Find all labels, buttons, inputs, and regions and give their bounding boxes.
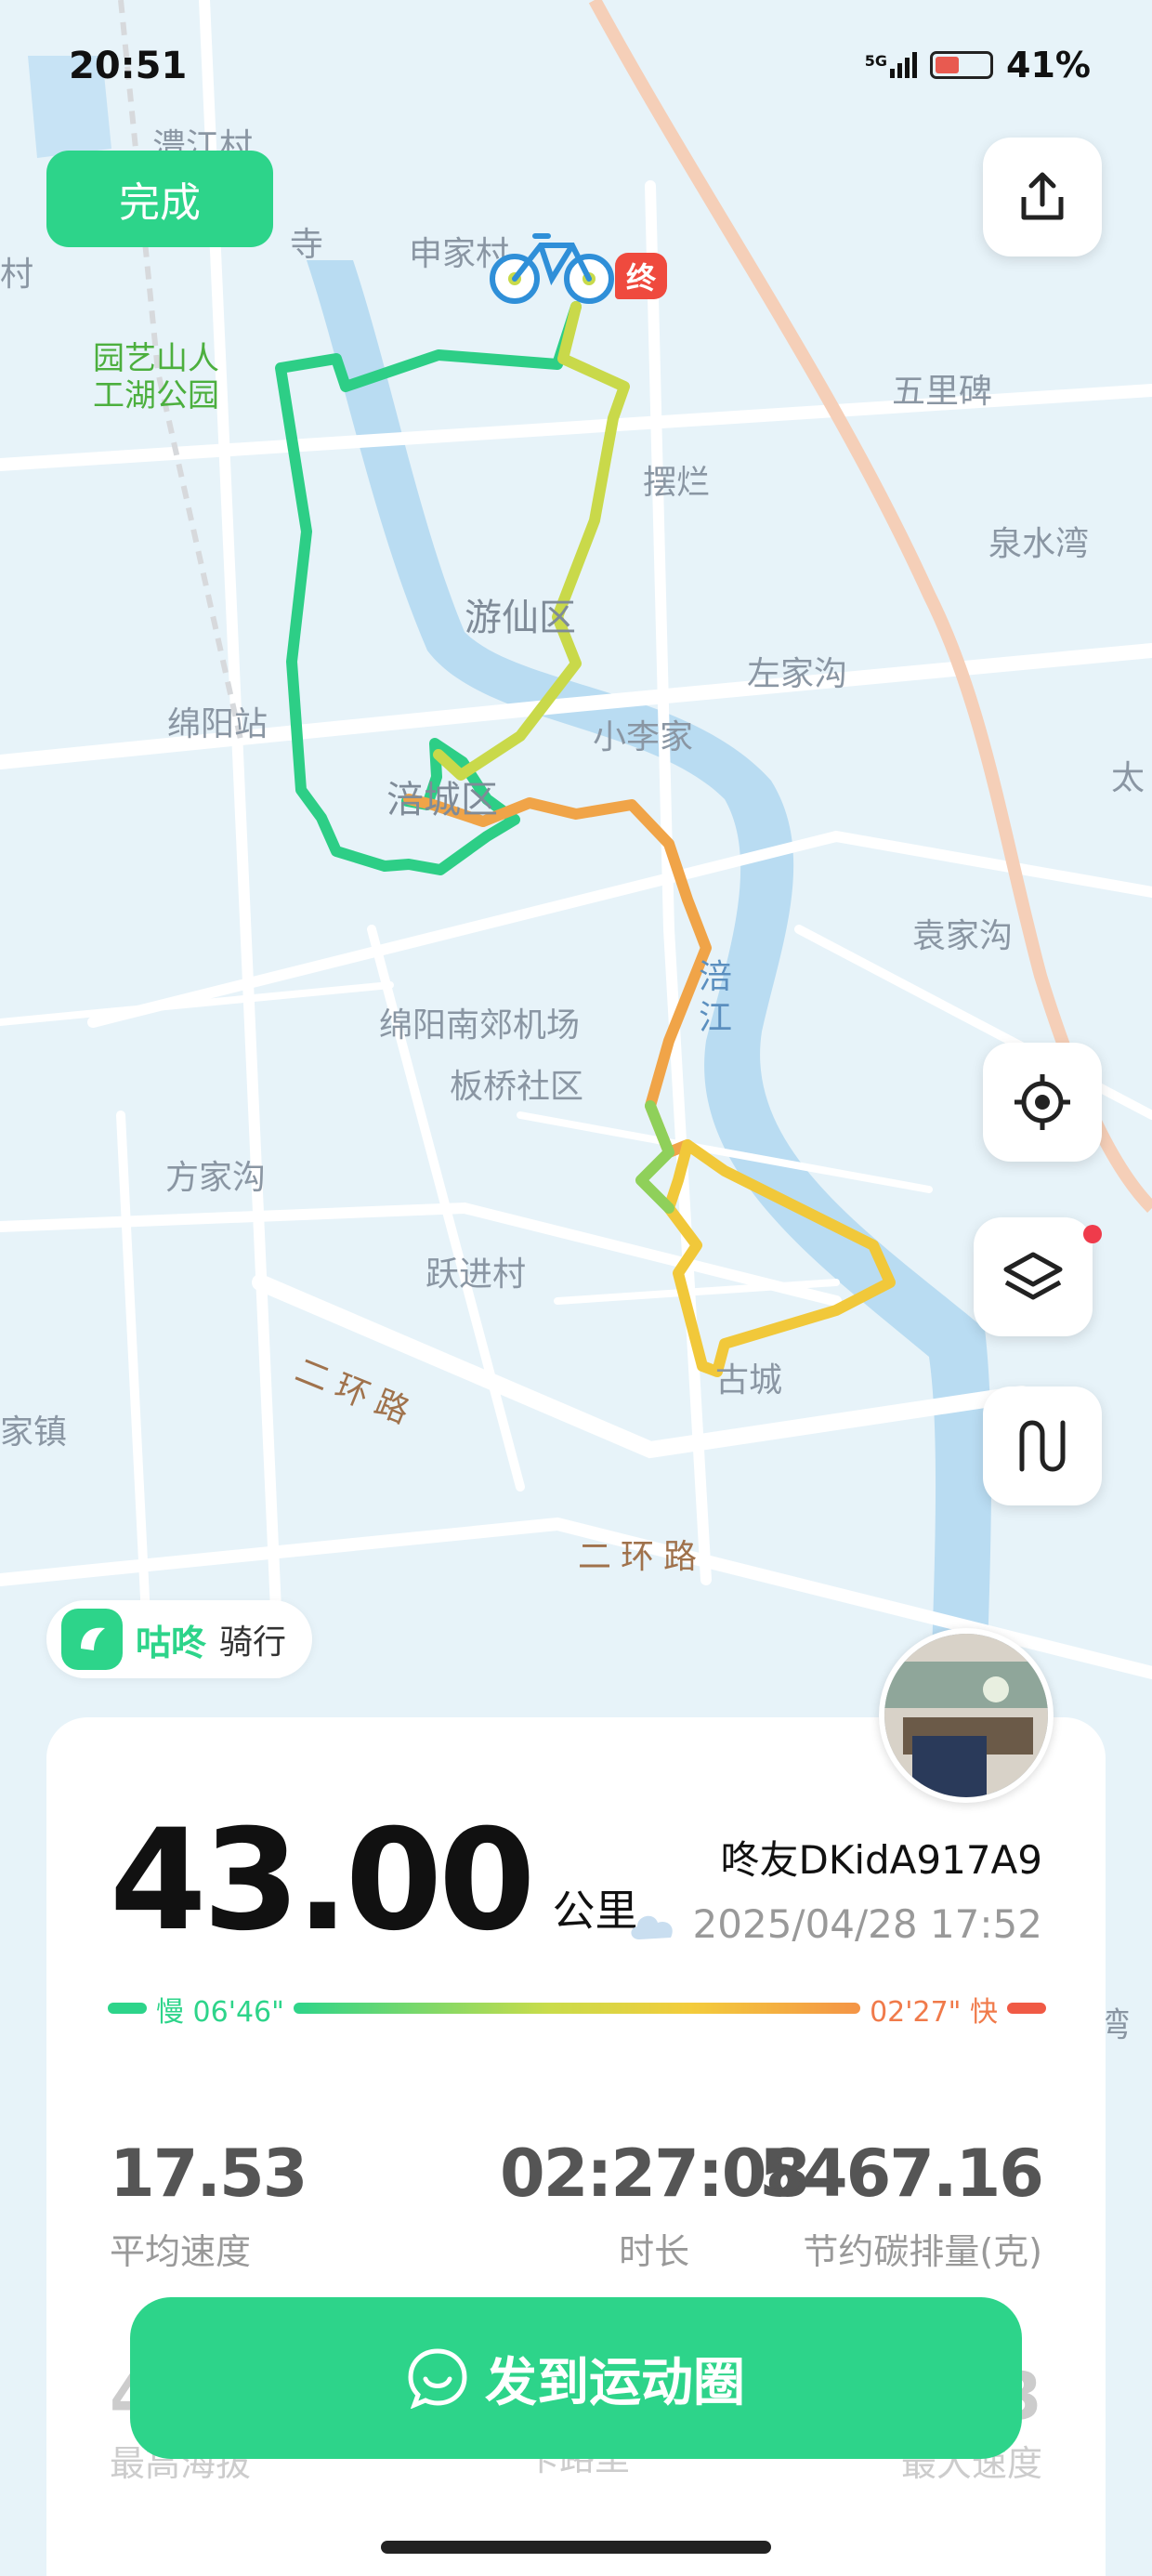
map-label: 袁家沟 — [912, 917, 1014, 955]
map-label: 古城 — [715, 1361, 783, 1400]
map-label: 泉水湾 — [988, 525, 1090, 563]
stat-value: 5467.16 — [759, 2136, 1044, 2212]
avatar[interactable] — [879, 1628, 1054, 1803]
brand-subtitle: 骑行 — [219, 1623, 287, 1662]
done-button[interactable]: 完成 — [46, 151, 273, 247]
pace-gradient-bar — [294, 2003, 860, 2014]
map-label-river: 涪江 — [699, 958, 733, 1037]
map-label: 摆烂 — [643, 464, 711, 502]
datetime-text: 2025/04/28 17:52 — [692, 1901, 1042, 1947]
brand-name: 咕咚 — [136, 1622, 207, 1663]
brand-chip: 咕咚 骑行 — [46, 1600, 313, 1678]
map-label: 五里碑 — [892, 373, 993, 411]
route-icon — [1019, 1420, 1066, 1472]
status-bar: 20:51 5G 41% — [0, 0, 1152, 130]
end-tag: 终 — [615, 253, 667, 299]
stat-label: 平均速度 — [110, 2231, 252, 2272]
notification-dot — [1083, 1225, 1102, 1243]
stat-carbon-saved: 5467.16 节约碳排量(克) — [759, 2136, 1044, 2274]
route-toggle-button[interactable] — [983, 1387, 1102, 1505]
map-label: 家镇 — [0, 1413, 68, 1452]
username: 咚友DKidA917A9 — [720, 1837, 1042, 1883]
home-indicator[interactable] — [381, 2541, 771, 2554]
route-end-marker[interactable]: 终 — [489, 227, 674, 307]
locate-icon — [1015, 1074, 1070, 1130]
layers-icon — [1003, 1252, 1063, 1300]
map-label-road: 二环路 — [578, 1538, 707, 1576]
locate-button[interactable] — [983, 1043, 1102, 1162]
map-label-district: 涪城区 — [386, 779, 498, 821]
bicycle-icon — [490, 233, 614, 304]
map-label-district: 游仙区 — [465, 597, 576, 639]
status-time: 20:51 — [69, 45, 188, 87]
stat-label: 节约碳排量(克) — [803, 2231, 1042, 2272]
pace-slow-label: 慢 06'46" — [156, 1996, 284, 2029]
stat-value: 17.53 — [110, 2136, 308, 2212]
map-label: 板桥社区 — [450, 1068, 584, 1106]
map-label: 绵阳南郊机场 — [379, 1006, 581, 1045]
map-label: 跃进村 — [425, 1255, 527, 1294]
pace-legend: 慢 06'46" 02'27" 快 — [108, 1989, 1046, 2029]
share-button[interactable] — [983, 138, 1102, 256]
post-to-feed-button[interactable]: 发到运动圈 — [130, 2297, 1022, 2459]
post-to-feed-label: 发到运动圈 — [485, 2352, 745, 2413]
pace-fast-swatch — [1007, 2003, 1046, 2014]
cloud-icon — [630, 1915, 673, 1939]
map-label: 绵阳站 — [167, 705, 268, 743]
map-label: 小李家 — [593, 718, 694, 756]
layers-button[interactable] — [974, 1217, 1093, 1336]
battery-level: 41% — [1006, 45, 1091, 85]
codoon-logo-icon — [61, 1609, 123, 1670]
pace-slow-swatch — [108, 2003, 147, 2014]
map-label-park: 园艺山人 工湖公园 — [93, 340, 219, 414]
stat-avg-speed: 17.53 平均速度 — [110, 2136, 308, 2274]
pace-fast-label: 02'27" 快 — [870, 1996, 998, 2029]
battery-icon — [930, 51, 994, 79]
distance: 43.00 公里 — [110, 1800, 637, 1962]
smile-chat-icon — [408, 2348, 467, 2409]
map-label: 方家沟 — [165, 1159, 267, 1197]
map-label: 太 — [1111, 759, 1145, 797]
signal-icon: 5G — [865, 52, 918, 78]
map-label: 寺 — [290, 226, 324, 264]
distance-value: 43.00 — [110, 1800, 535, 1962]
ride-datetime: 2025/04/28 17:52 — [626, 1901, 1042, 1947]
map-label: 村 — [0, 256, 34, 294]
share-icon — [1021, 172, 1064, 220]
map-label: 左家沟 — [747, 655, 848, 693]
